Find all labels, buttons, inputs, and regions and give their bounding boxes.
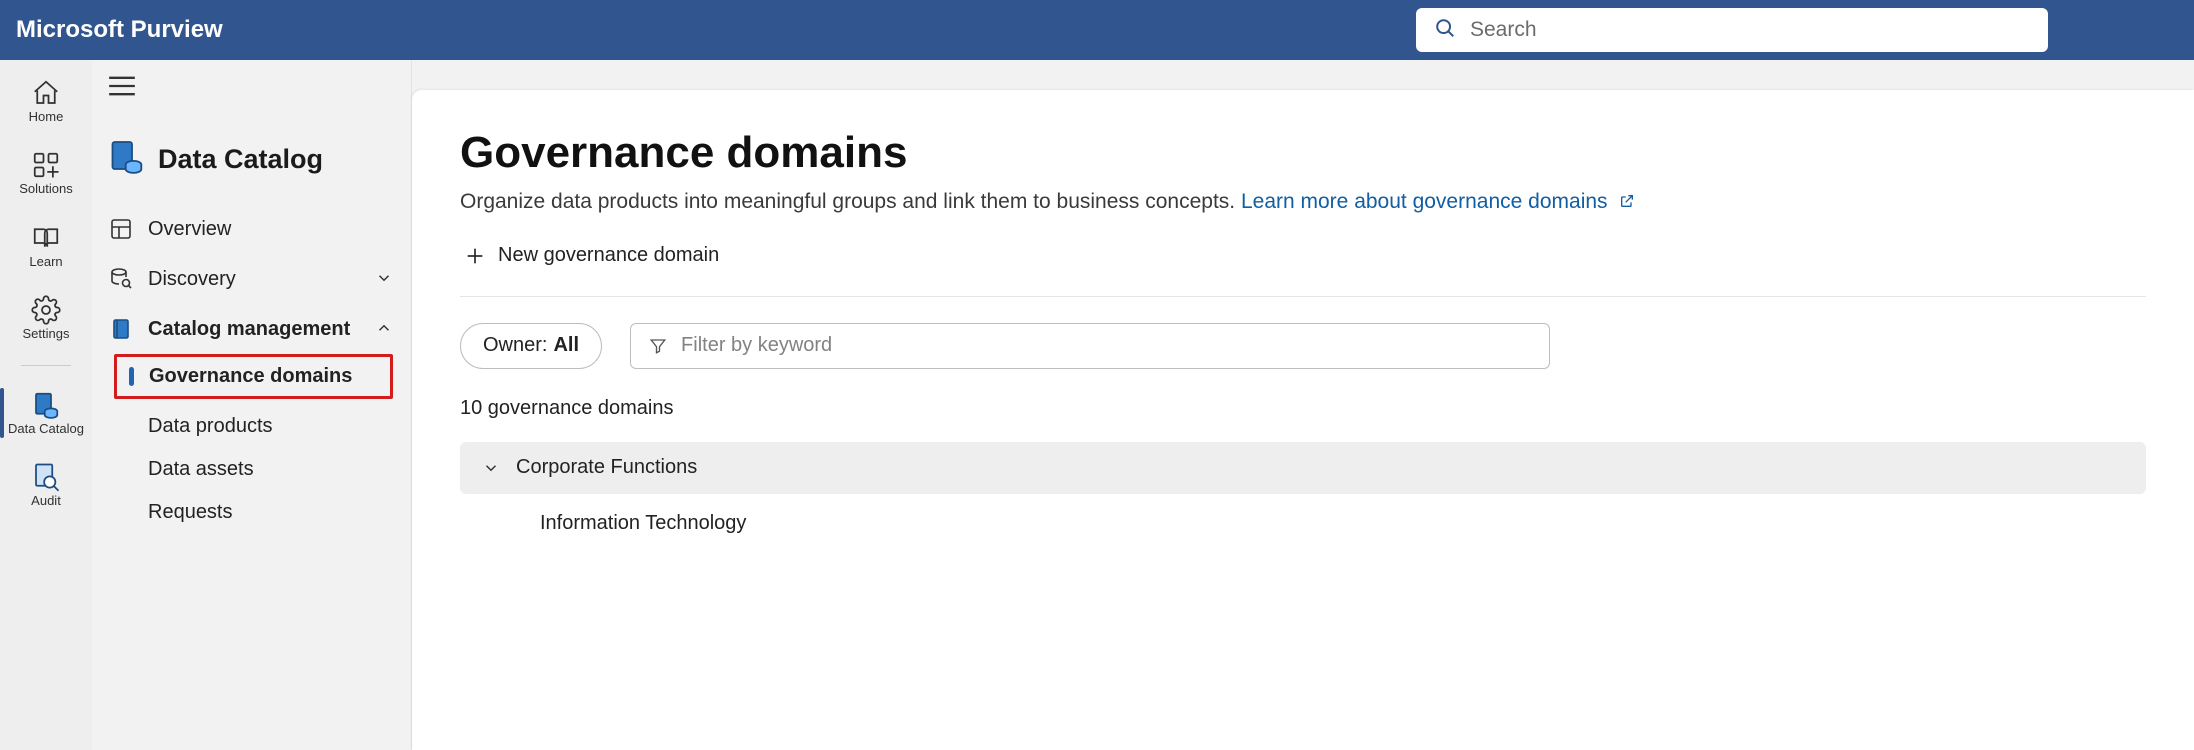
rail-label: Home bbox=[29, 110, 64, 124]
panel-title: Data Catalog bbox=[108, 139, 411, 180]
rail-item-audit[interactable]: Audit bbox=[0, 458, 92, 512]
subnav-requests[interactable]: Requests bbox=[92, 491, 411, 534]
page-subtitle-text: Organize data products into meaningful g… bbox=[460, 190, 1241, 213]
subnav-label: Requests bbox=[148, 501, 233, 523]
rail-item-data-catalog[interactable]: Data Catalog bbox=[0, 386, 92, 440]
data-catalog-icon bbox=[108, 139, 144, 180]
domain-group-header-corporate-functions[interactable]: Corporate Functions bbox=[460, 442, 2146, 494]
funnel-icon bbox=[649, 337, 667, 355]
domain-count: 10 governance domains bbox=[460, 397, 2146, 420]
brand-label: Microsoft Purview bbox=[16, 16, 223, 44]
secondary-nav: Overview Discovery bbox=[92, 204, 411, 534]
rail-label: Audit bbox=[31, 494, 61, 508]
domain-group-title: Corporate Functions bbox=[516, 456, 697, 479]
domain-group: Corporate Functions Information Technolo… bbox=[460, 442, 2146, 535]
nav-item-catalog-management[interactable]: Catalog management bbox=[92, 304, 411, 354]
keyword-filter-input[interactable] bbox=[681, 334, 1531, 357]
nav-label: Discovery bbox=[148, 268, 236, 291]
new-governance-domain-button[interactable]: New governance domain bbox=[460, 242, 723, 269]
learn-more-link[interactable]: Learn more about governance domains bbox=[1241, 190, 1635, 213]
panel-title-text: Data Catalog bbox=[158, 144, 323, 175]
chevron-down-icon bbox=[482, 459, 500, 477]
rail-item-home[interactable]: Home bbox=[0, 74, 92, 128]
subnav-data-assets[interactable]: Data assets bbox=[92, 448, 411, 491]
rail-item-settings[interactable]: Settings bbox=[0, 291, 92, 345]
learn-more-text: Learn more about governance domains bbox=[1241, 190, 1608, 213]
page-subtitle: Organize data products into meaningful g… bbox=[460, 190, 2146, 214]
rail-item-learn[interactable]: Learn bbox=[0, 219, 92, 273]
book-icon bbox=[108, 316, 134, 342]
domain-item-label: Information Technology bbox=[540, 512, 746, 534]
rail-separator bbox=[21, 365, 71, 366]
layout-icon bbox=[108, 216, 134, 242]
nav-label: Overview bbox=[148, 218, 231, 241]
page-title: Governance domains bbox=[460, 128, 2146, 178]
search-input[interactable] bbox=[1470, 18, 2030, 42]
new-button-label: New governance domain bbox=[498, 244, 719, 267]
home-icon bbox=[31, 78, 61, 108]
hamburger-toggle[interactable] bbox=[108, 74, 411, 103]
main-content: Governance domains Organize data product… bbox=[412, 90, 2194, 750]
rail-label: Data Catalog bbox=[8, 422, 84, 436]
database-search-icon bbox=[108, 266, 134, 292]
subnav-label: Data products bbox=[148, 415, 273, 437]
page-toolbar: New governance domain bbox=[460, 242, 2146, 297]
left-rail: Home Solutions Learn Settings Data Cata bbox=[0, 60, 92, 750]
nav-label: Catalog management bbox=[148, 318, 350, 341]
subnav-data-products[interactable]: Data products bbox=[92, 405, 411, 448]
shell: Home Solutions Learn Settings Data Cata bbox=[0, 60, 2194, 750]
subnav-label: Governance domains bbox=[149, 365, 352, 387]
audit-search-doc-icon bbox=[31, 462, 61, 492]
filter-bar: Owner: All bbox=[460, 323, 2146, 369]
owner-pill-label: Owner: bbox=[483, 334, 547, 357]
nav-item-discovery[interactable]: Discovery bbox=[92, 254, 411, 304]
gear-icon bbox=[31, 295, 61, 325]
search-icon bbox=[1434, 17, 1456, 44]
data-catalog-icon bbox=[31, 390, 61, 420]
chevron-down-icon bbox=[375, 269, 395, 289]
topbar: Microsoft Purview bbox=[0, 0, 2194, 60]
book-open-icon bbox=[31, 223, 61, 253]
rail-item-solutions[interactable]: Solutions bbox=[0, 146, 92, 200]
rail-label: Solutions bbox=[19, 182, 72, 196]
owner-filter-pill[interactable]: Owner: All bbox=[460, 323, 602, 369]
external-link-icon bbox=[1619, 193, 1635, 209]
owner-pill-value: All bbox=[553, 334, 579, 357]
secondary-nav-panel: Data Catalog Overview Discovery bbox=[92, 60, 412, 750]
keyword-filter[interactable] bbox=[630, 323, 1550, 369]
catalog-management-subnav: Governance domains Data products Data as… bbox=[92, 354, 411, 534]
global-search[interactable] bbox=[1416, 8, 2048, 52]
plus-icon bbox=[464, 245, 486, 267]
rail-label: Settings bbox=[23, 327, 70, 341]
subnav-label: Data assets bbox=[148, 458, 254, 480]
rail-label: Learn bbox=[29, 255, 62, 269]
chevron-up-icon bbox=[375, 319, 395, 339]
nav-item-overview[interactable]: Overview bbox=[92, 204, 411, 254]
subnav-governance-domains[interactable]: Governance domains bbox=[114, 354, 393, 399]
grid-apps-icon bbox=[31, 150, 61, 180]
domain-item-information-technology[interactable]: Information Technology bbox=[460, 494, 2146, 535]
